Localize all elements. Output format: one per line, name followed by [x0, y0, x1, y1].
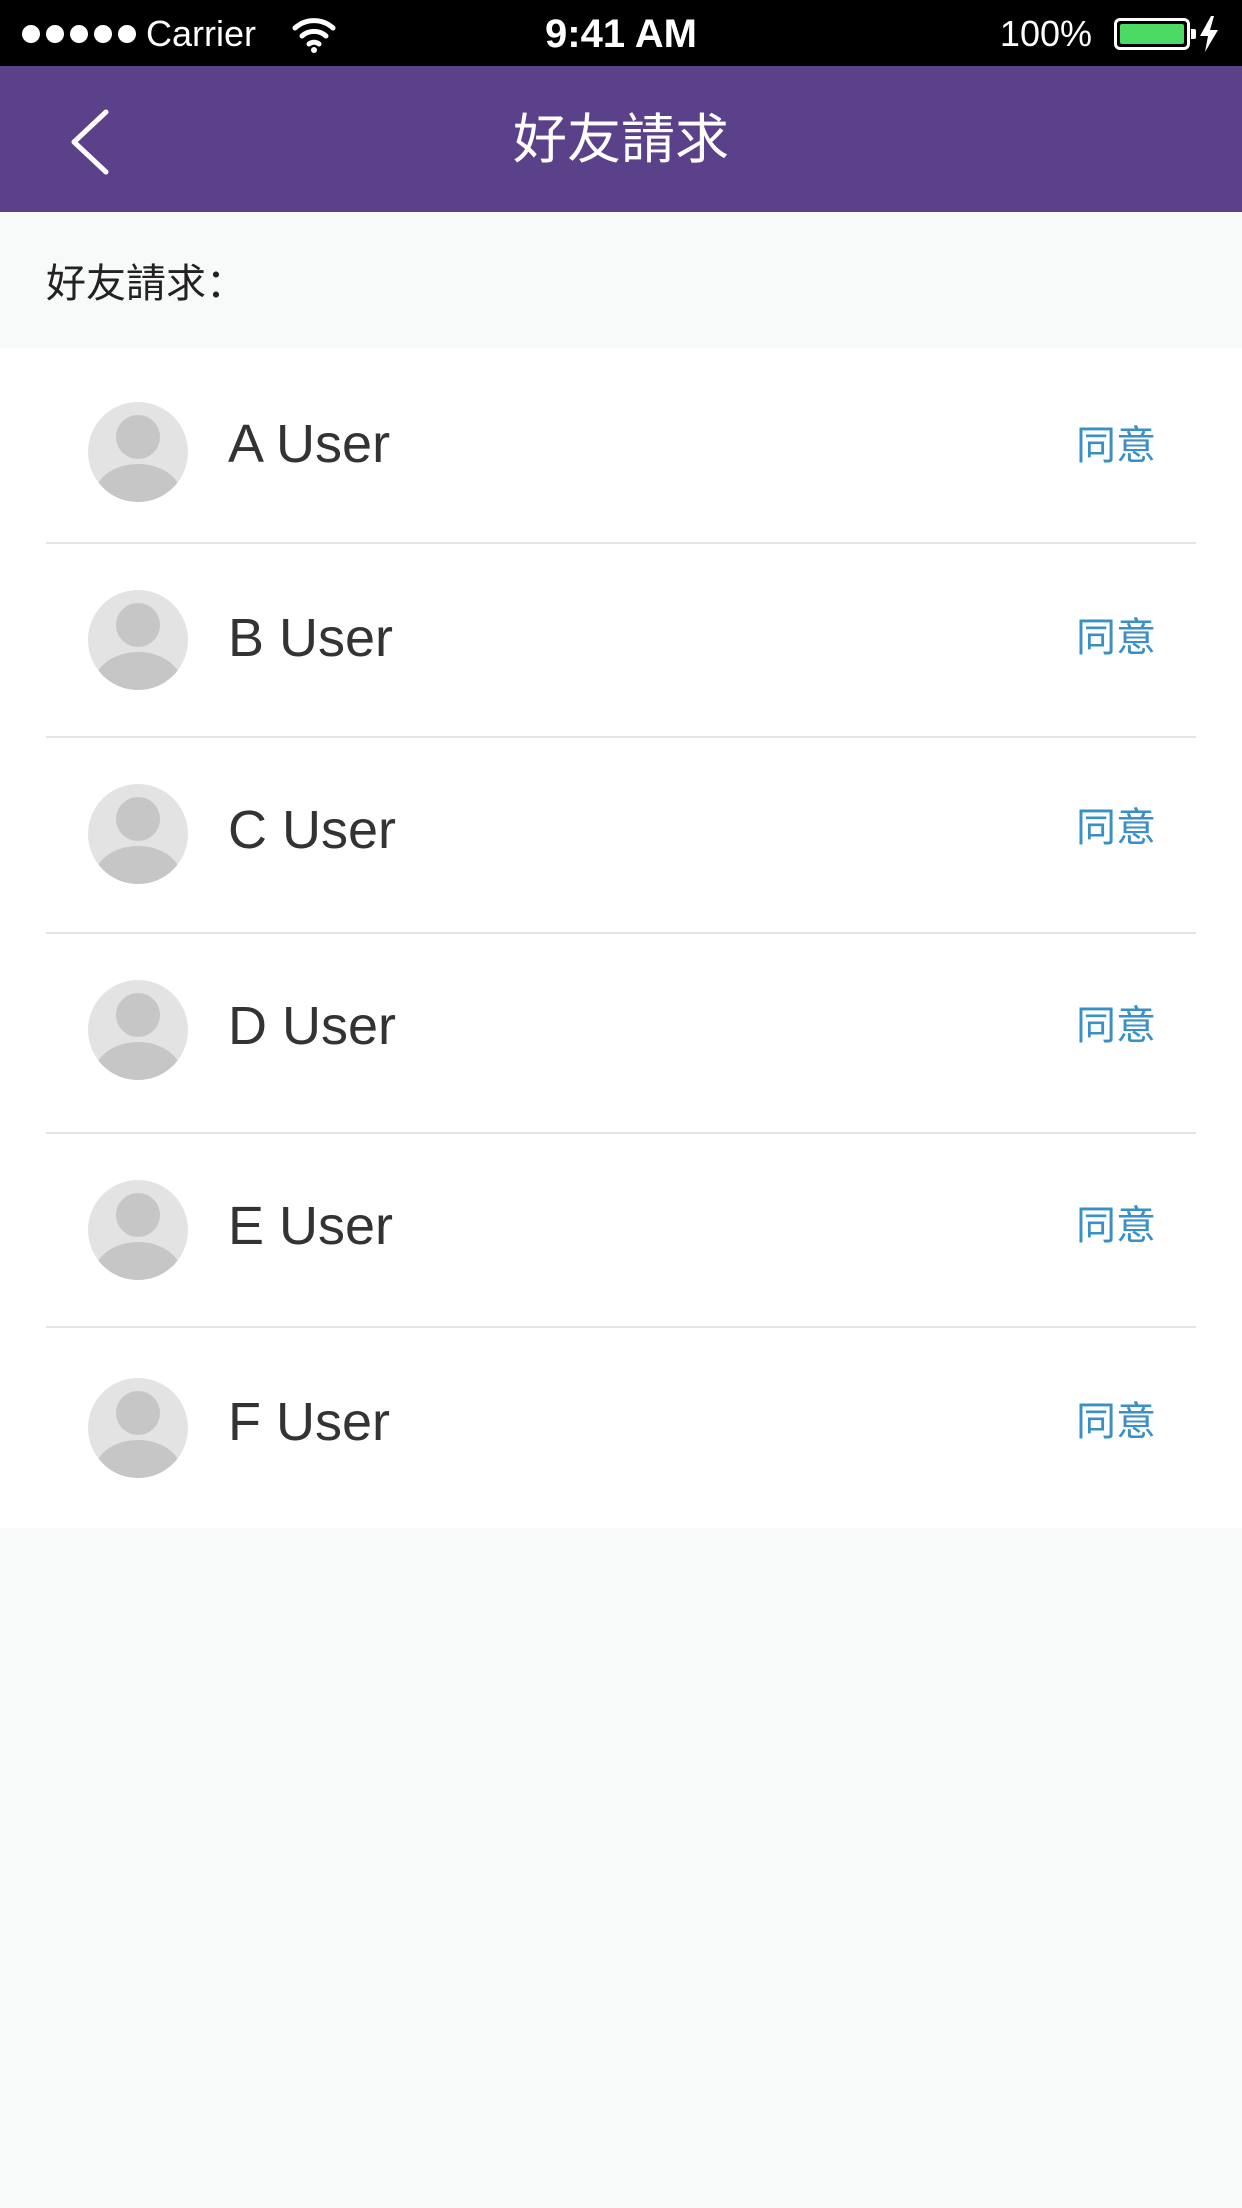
user-name: C User: [228, 800, 397, 860]
list-item: F User 同意: [0, 1328, 1242, 1528]
avatar-icon: [88, 590, 188, 690]
section-title: 好友請求：: [46, 261, 246, 307]
page-title: 好友請求: [513, 108, 729, 171]
user-name: A User: [228, 414, 391, 474]
friend-request-list: A User 同意 B User 同意 C User 同意 D User 同意 …: [0, 348, 1242, 1528]
agree-button[interactable]: 同意: [1076, 804, 1156, 852]
user-name: B User: [228, 608, 394, 668]
battery-percentage: 100%: [999, 13, 1092, 54]
list-item: B User 同意: [0, 544, 1242, 734]
list-item: A User 同意: [0, 348, 1242, 542]
avatar-icon: [88, 402, 188, 502]
agree-button[interactable]: 同意: [1076, 1002, 1156, 1050]
section-header: 好友請求：: [0, 212, 1242, 348]
list-item: C User 同意: [0, 738, 1242, 932]
user-name: E User: [228, 1196, 394, 1256]
avatar-icon: [88, 784, 188, 884]
avatar-icon: [88, 980, 188, 1080]
list-item: E User 同意: [0, 1134, 1242, 1326]
agree-button[interactable]: 同意: [1076, 614, 1156, 662]
agree-button[interactable]: 同意: [1076, 422, 1156, 470]
agree-button[interactable]: 同意: [1076, 1398, 1156, 1446]
status-bar: Carrier 9:41 AM 100%: [0, 0, 1242, 66]
list-item: D User 同意: [0, 934, 1242, 1132]
user-name: D User: [228, 996, 397, 1056]
avatar-icon: [88, 1180, 188, 1280]
agree-button[interactable]: 同意: [1076, 1202, 1156, 1250]
navigation-bar: 好友請求: [0, 66, 1242, 212]
battery-icon: [1114, 18, 1196, 50]
charging-bolt-icon: [1200, 16, 1218, 52]
user-name: F User: [228, 1392, 390, 1452]
avatar-icon: [88, 1378, 188, 1478]
